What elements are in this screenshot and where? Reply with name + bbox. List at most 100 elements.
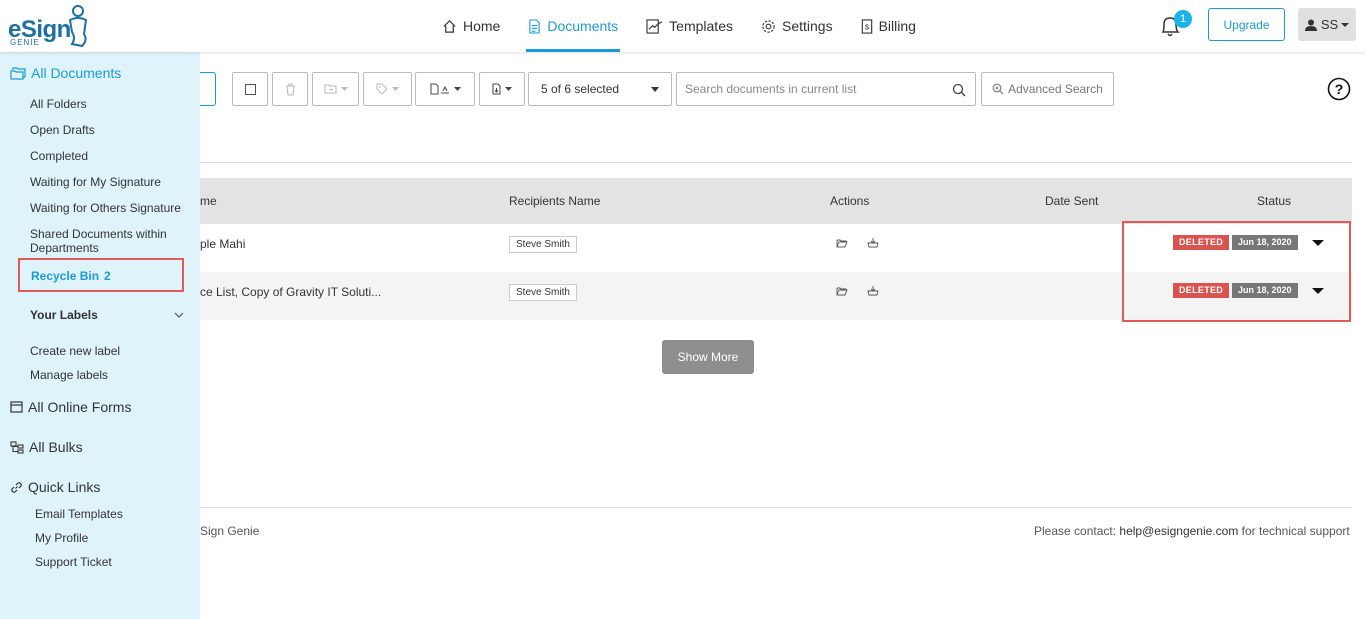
footer-contact-suffix: for technical support [1238,524,1350,538]
column-header-actions: Actions [830,194,870,208]
advanced-search-button[interactable]: Advanced Search [981,72,1114,106]
user-menu-button[interactable]: SS [1298,8,1356,41]
document-name[interactable]: ce List, Copy of Gravity IT Soluti... [200,285,381,299]
select-all-checkbox[interactable] [232,72,268,106]
nav-settings[interactable]: Settings [749,0,845,52]
download-dropdown[interactable] [479,72,525,106]
support-email-link[interactable]: help@esigngenie.com [1119,524,1238,538]
bulk-tree-icon [10,440,24,454]
sidebar-all-online-forms[interactable]: All Online Forms [10,399,131,415]
column-header-name[interactable]: me [200,194,217,208]
checkbox-icon [244,83,256,95]
content-divider [200,162,1352,163]
esign-genie-logo[interactable]: eSign GENIE [8,4,92,48]
sidebar-all-bulks[interactable]: All Bulks [10,439,83,455]
show-more-button[interactable]: Show More [662,340,754,374]
caret-down-icon [453,87,461,91]
advanced-search-label: Advanced Search [1008,82,1103,96]
footer-copyright: Sign Genie [200,524,260,538]
file-export-icon [430,83,449,95]
upgrade-button[interactable]: Upgrade [1208,8,1285,41]
caret-down-icon [651,87,659,92]
logo-sub: GENIE [10,38,40,47]
sidebar: All Documents All Folders Open Drafts Co… [0,52,200,619]
document-search [676,72,976,106]
notification-count-badge: 1 [1174,10,1192,28]
tag-icon [376,83,388,95]
chevron-down-icon [1341,22,1350,27]
nav-billing[interactable]: $ Billing [849,0,928,52]
nav-documents[interactable]: Documents [516,0,630,52]
sidebar-all-documents[interactable]: All Documents [10,65,121,81]
status-highlight-box [1122,221,1351,322]
open-folder-icon[interactable] [836,238,848,248]
nav-templates-label: Templates [669,18,733,34]
sidebar-quick-links[interactable]: Quick Links [10,479,100,495]
folder-move-icon [323,84,337,94]
nav-home-label: Home [463,18,501,34]
main-nav: Home Documents Templates Settings $ Bill… [430,0,932,52]
nav-billing-label: Billing [878,18,916,34]
file-download-icon [492,83,501,95]
help-question-icon[interactable]: ? [1327,77,1351,101]
footer-divider [200,507,1352,508]
quick-link-email-templates[interactable]: Email Templates [35,507,123,521]
column-header-date-sent[interactable]: Date Sent [1045,194,1098,208]
nav-home[interactable]: Home [430,0,512,52]
nav-settings-label: Settings [781,18,833,34]
caret-down-icon [392,87,399,91]
download-icon[interactable] [867,237,879,248]
delete-button[interactable] [272,72,308,106]
genie-mascot-icon [68,5,88,48]
your-labels-label: Your Labels [30,308,98,322]
sidebar-all-documents-label: All Documents [31,65,122,81]
quick-link-my-profile[interactable]: My Profile [35,531,88,545]
move-folder-dropdown[interactable] [312,72,359,106]
user-icon [1304,19,1317,31]
label-tag-dropdown[interactable] [363,72,412,106]
folders-icon [10,66,26,80]
recycle-bin-label: Recycle Bin [31,269,100,283]
template-icon [646,18,663,34]
sidebar-item-open-drafts[interactable]: Open Drafts [30,123,95,137]
top-navbar: eSign GENIE Home Documents Templates Set… [0,0,1366,52]
caret-down-icon [505,87,512,91]
open-folder-icon[interactable] [836,286,848,296]
sidebar-item-all-folders[interactable]: All Folders [30,97,87,111]
search-icon[interactable] [952,83,966,97]
search-input[interactable] [677,73,947,105]
footer-contact-prefix: Please contact: [1034,524,1120,538]
billing-icon: $ [861,18,872,34]
column-header-recipients[interactable]: Recipients Name [509,194,600,208]
link-icon [11,481,22,493]
sidebar-your-labels-toggle[interactable]: Your Labels [30,308,184,322]
document-name[interactable]: ple Mahi [200,237,245,251]
export-dropdown[interactable] [415,72,475,106]
sidebar-create-new-label[interactable]: Create new label [30,344,120,358]
download-icon[interactable] [867,285,879,296]
table-header: me Recipients Name Actions Date Sent Sta… [200,178,1352,224]
svg-text:?: ? [1335,81,1344,97]
nav-templates[interactable]: Templates [634,0,745,52]
all-bulks-label: All Bulks [29,439,83,455]
column-header-status[interactable]: Status [1257,194,1291,208]
footer-contact: Please contact: help@esigngenie.com for … [1034,524,1350,538]
sidebar-item-completed[interactable]: Completed [30,149,88,163]
sidebar-item-waiting-my-signature[interactable]: Waiting for My Signature [30,175,161,189]
sidebar-item-recycle-bin[interactable]: Recycle Bin 2 [18,258,184,292]
chevron-down-icon [174,312,184,318]
gear-icon [762,19,775,33]
document-icon [529,18,541,34]
nav-documents-label: Documents [547,18,619,34]
caret-down-icon [340,87,348,91]
user-initials: SS [1320,17,1339,32]
sidebar-item-shared-documents[interactable]: Shared Documents within Departments [30,227,180,255]
sidebar-item-waiting-others-signature[interactable]: Waiting for Others Signature [30,201,181,215]
sidebar-manage-labels[interactable]: Manage labels [30,368,108,382]
selection-count-select[interactable]: 5 of 6 selected [528,72,672,106]
recycle-bin-count: 2 [104,269,111,283]
trash-icon [285,82,295,96]
selection-count-value: 5 of 6 selected [541,82,620,96]
quick-link-support-ticket[interactable]: Support Ticket [35,555,112,569]
svg-text:$: $ [864,22,869,31]
